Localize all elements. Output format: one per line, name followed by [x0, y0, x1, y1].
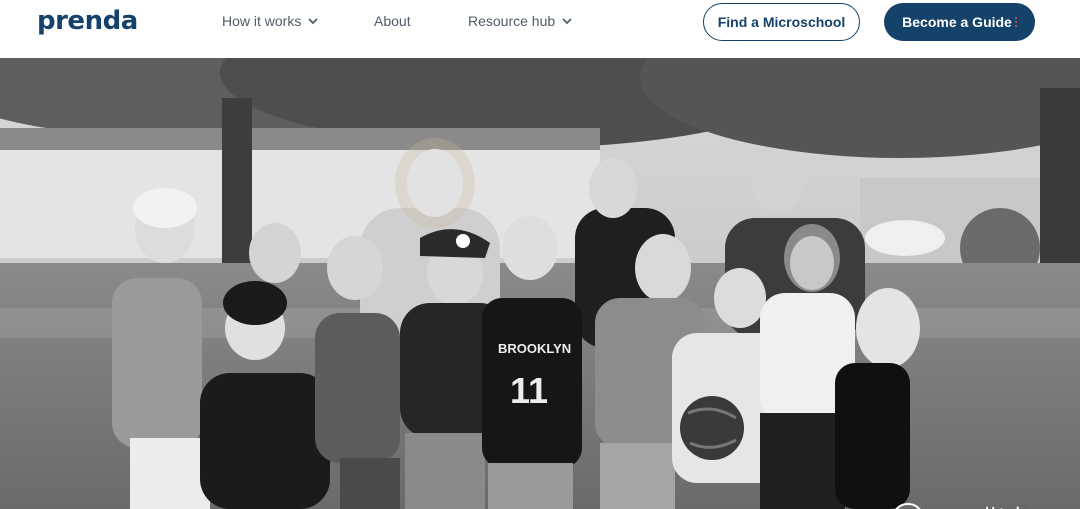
site-header: prenda How it works About Resource hub F… [0, 0, 1080, 58]
hero-photo: BROOKLYN 11 Edu指南 [0, 58, 1080, 509]
jersey-number: 11 [510, 370, 548, 411]
nav-about-label: About [374, 13, 411, 29]
watermark-text: Edu指南 [939, 499, 1030, 509]
chevron-down-icon [308, 18, 318, 25]
find-microschool-button[interactable]: Find a Microschool [703, 3, 860, 41]
nav-resource-hub[interactable]: Resource hub [468, 13, 573, 29]
nav-how-it-works[interactable]: How it works [222, 13, 319, 29]
nav-resource-hub-label: Resource hub [468, 13, 556, 29]
nav-about[interactable]: About [374, 13, 411, 29]
group-photo-illustration: BROOKLYN 11 [0, 58, 1080, 509]
become-guide-label: Become a Guide [902, 14, 1012, 30]
accent-dots-icon [1014, 17, 1017, 27]
find-microschool-label: Find a Microschool [717, 14, 846, 30]
chevron-down-icon [562, 18, 572, 25]
prenda-logo[interactable]: prenda [37, 6, 138, 36]
become-guide-button[interactable]: Become a Guide [884, 3, 1035, 41]
wechat-watermark: Edu指南 [893, 499, 1030, 509]
nav-how-it-works-label: How it works [222, 13, 302, 29]
wechat-icon [895, 502, 921, 509]
jersey-text: BROOKLYN [498, 341, 571, 356]
